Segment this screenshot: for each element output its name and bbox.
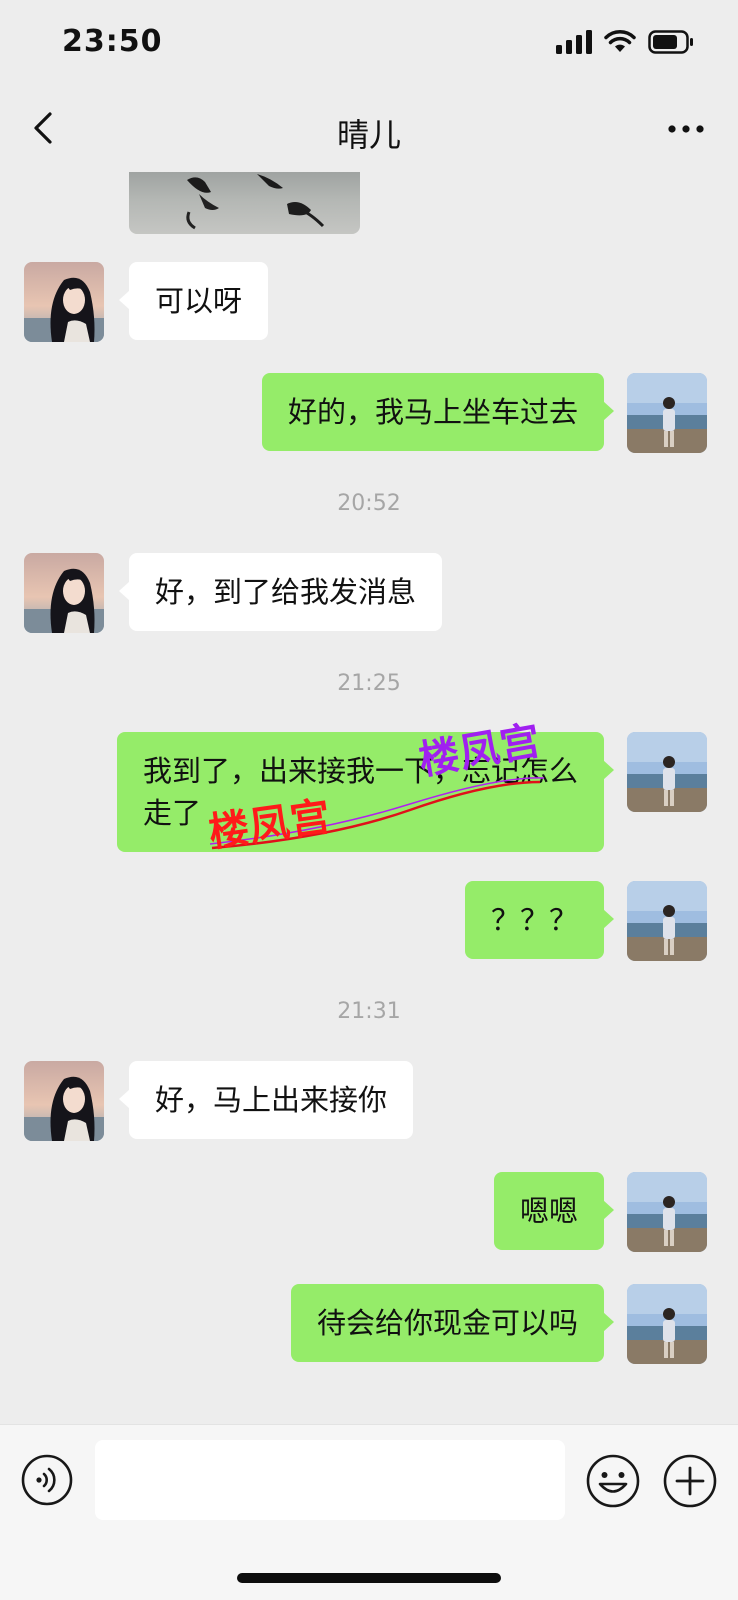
contact-avatar[interactable] — [24, 262, 104, 342]
nav-bar: 晴儿 — [0, 86, 738, 172]
battery-icon — [648, 30, 693, 54]
self-avatar[interactable] — [627, 881, 707, 961]
timestamp: 21:25 — [337, 671, 401, 696]
message-bubble-outgoing[interactable]: 待会给你现金可以吗 — [290, 1284, 615, 1362]
status-time: 23:50 — [62, 24, 163, 59]
contact-avatar[interactable] — [24, 553, 104, 633]
message-bubble-incoming[interactable]: 好，马上出来接你 — [118, 1061, 414, 1139]
status-bar: 23:50 — [0, 0, 738, 86]
plus-icon[interactable] — [662, 1453, 718, 1509]
chat-history[interactable]: 可以呀 好的，我马上坐车过去 20:52 好，到了给我发消息 21:25 我到了… — [0, 172, 738, 1424]
wifi-icon — [604, 30, 636, 52]
more-dots-icon[interactable] — [666, 114, 706, 144]
self-avatar[interactable] — [627, 373, 707, 453]
message-bubble-incoming[interactable]: 可以呀 — [118, 262, 269, 340]
contact-avatar[interactable] — [24, 1061, 104, 1141]
chat-title: 晴儿 — [336, 116, 401, 154]
emoji-icon[interactable] — [585, 1453, 641, 1509]
status-icons — [556, 30, 694, 54]
message-bubble-incoming[interactable]: 好，到了给我发消息 — [118, 553, 443, 631]
timestamp: 20:52 — [337, 491, 401, 516]
self-avatar[interactable] — [627, 1284, 707, 1364]
timestamp: 21:31 — [337, 999, 401, 1024]
message-bubble-outgoing[interactable]: 好的，我马上坐车过去 — [261, 373, 615, 451]
self-avatar[interactable] — [627, 1172, 707, 1252]
voice-icon[interactable] — [20, 1453, 74, 1507]
self-avatar[interactable] — [627, 732, 707, 812]
home-indicator[interactable] — [237, 1573, 501, 1583]
image-message[interactable] — [129, 172, 360, 234]
message-bubble-outgoing[interactable]: 嗯嗯 — [493, 1172, 615, 1250]
message-bubble-outgoing[interactable]: ？？？ — [464, 881, 615, 959]
cellular-signal-icon — [556, 30, 592, 54]
message-input[interactable] — [95, 1440, 565, 1520]
shoes-photo — [186, 174, 325, 230]
